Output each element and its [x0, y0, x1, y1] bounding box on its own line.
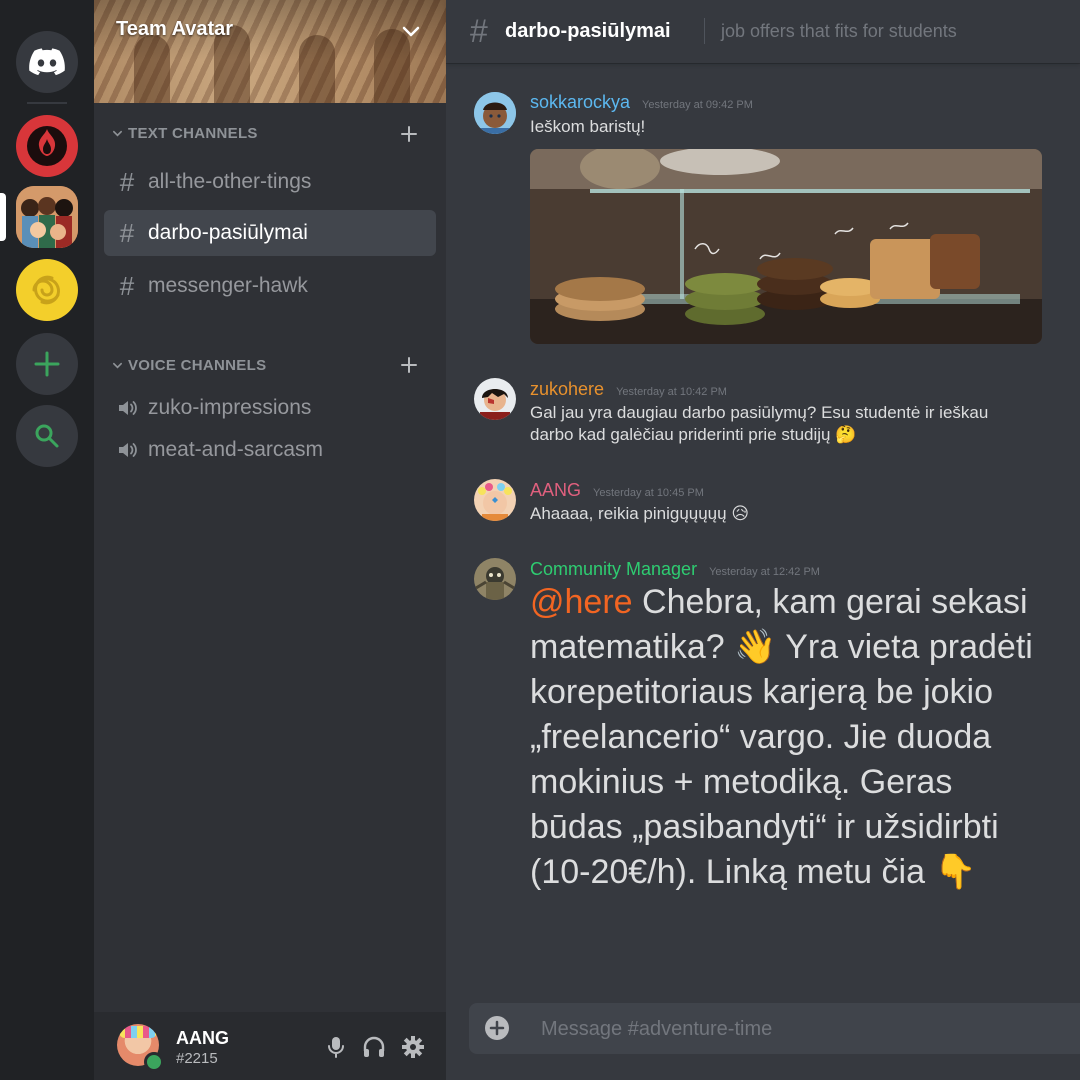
- message-author[interactable]: zukohere: [530, 379, 604, 400]
- add-server-button[interactable]: [16, 333, 78, 395]
- channel-header: # darbo-pasiūlymai job offers that fits …: [446, 0, 1080, 63]
- channel-item-darbo-pasiulymai[interactable]: # darbo-pasiūlymai: [104, 210, 436, 256]
- zuko-avatar-image: [474, 378, 516, 420]
- plus-icon: [34, 351, 60, 377]
- search-icon: [35, 424, 59, 448]
- attach-plus-icon[interactable]: [484, 1015, 510, 1041]
- team-avatar-server-icon: [16, 186, 78, 248]
- avatar[interactable]: [474, 92, 516, 134]
- avatar[interactable]: [474, 378, 516, 420]
- announcement-text: @here Chebra, kam gerai sekasi matematik…: [530, 580, 1050, 895]
- chevron-down-icon: [113, 362, 122, 369]
- header-divider: [704, 18, 705, 44]
- flower-crown: [119, 1026, 157, 1038]
- channel-title: darbo-pasiūlymai: [505, 20, 671, 42]
- user-panel: AANG #2215: [94, 1012, 446, 1080]
- bakery-display-photo: [530, 149, 1042, 344]
- message-author[interactable]: Community Manager: [530, 559, 697, 580]
- message-timestamp: Yesterday at 12:42 PM: [709, 566, 820, 578]
- avatar[interactable]: [474, 558, 516, 600]
- chevron-down-icon: [113, 130, 122, 137]
- chevron-down-icon[interactable]: [400, 20, 422, 42]
- speaker-icon: [119, 401, 137, 415]
- channel-label: messenger-hawk: [148, 274, 308, 297]
- selected-server-indicator: [0, 193, 6, 241]
- channel-label: all-the-other-tings: [148, 170, 312, 193]
- aang-avatar-image: [474, 479, 516, 521]
- message-header: zukohere Yesterday at 10:42 PM: [530, 379, 727, 400]
- message-text: Chebra, kam gerai sekasi matematika? 👋 Y…: [530, 583, 1033, 891]
- message-composer: [469, 1003, 1080, 1056]
- hash-icon: #: [119, 217, 135, 248]
- hash-icon: #: [119, 270, 135, 301]
- channel-label: zuko-impressions: [148, 396, 312, 419]
- hash-icon: #: [119, 166, 135, 197]
- user-tag: #2215: [176, 1050, 218, 1067]
- online-status-indicator: [144, 1052, 164, 1072]
- community-manager-avatar-image: [474, 558, 516, 600]
- message-header: Community Manager Yesterday at 12:42 PM: [530, 559, 820, 580]
- message-input[interactable]: [539, 1003, 1080, 1056]
- message-text: Ahaaaa, reikia pinigųųųųų 😥: [530, 504, 750, 523]
- chat-area: # darbo-pasiūlymai job offers that fits …: [446, 0, 1080, 1080]
- channel-sidebar: Team Avatar TEXT CHANNELS # all-the-othe…: [94, 0, 446, 1080]
- channel-item-all-the-other-tings[interactable]: # all-the-other-tings: [104, 159, 436, 205]
- channel-item-messenger-hawk[interactable]: # messenger-hawk: [104, 263, 436, 309]
- here-mention[interactable]: @here: [530, 583, 633, 621]
- air-nomad-icon: [32, 275, 60, 305]
- message-author[interactable]: sokkarockya: [530, 92, 630, 113]
- message-timestamp: Yesterday at 10:45 PM: [593, 487, 704, 499]
- speaker-icon: [119, 443, 137, 457]
- server-rail: [0, 0, 94, 1080]
- voice-channels-category[interactable]: VOICE CHANNELS: [112, 357, 266, 374]
- create-voice-channel-icon[interactable]: [398, 354, 420, 376]
- server-name: Team Avatar: [116, 18, 234, 40]
- server-header[interactable]: Team Avatar: [94, 0, 446, 103]
- home-button[interactable]: [16, 31, 78, 93]
- image-attachment[interactable]: [530, 149, 1042, 344]
- microphone-icon[interactable]: [323, 1034, 349, 1060]
- text-channels-category[interactable]: TEXT CHANNELS: [112, 125, 258, 142]
- message-text: Ieškom baristų!: [530, 117, 646, 136]
- server-fire-nation[interactable]: [16, 115, 78, 177]
- sokka-avatar-image: [474, 92, 516, 134]
- channel-topic[interactable]: job offers that fits for students: [721, 21, 957, 42]
- channel-label: darbo-pasiūlymai: [148, 221, 308, 244]
- channel-label: meat-and-sarcasm: [148, 438, 324, 461]
- avatar[interactable]: [474, 479, 516, 521]
- message-timestamp: Yesterday at 10:42 PM: [616, 386, 727, 398]
- discord-logo-icon: [29, 48, 65, 76]
- message-timestamp: Yesterday at 09:42 PM: [642, 99, 753, 111]
- message-header: sokkarockya Yesterday at 09:42 PM: [530, 92, 753, 113]
- create-text-channel-icon[interactable]: [398, 123, 420, 145]
- username: AANG: [176, 1028, 229, 1048]
- server-team-avatar[interactable]: [16, 186, 78, 248]
- voice-channel-meat-and-sarcasm[interactable]: meat-and-sarcasm: [104, 427, 436, 473]
- headphones-icon[interactable]: [361, 1034, 387, 1060]
- message-header: AANG Yesterday at 10:45 PM: [530, 480, 704, 501]
- gear-icon[interactable]: [400, 1034, 426, 1060]
- rail-separator: [27, 102, 67, 104]
- explore-servers-button[interactable]: [16, 405, 78, 467]
- category-label: VOICE CHANNELS: [128, 357, 267, 374]
- hash-icon: #: [470, 13, 488, 49]
- message-author[interactable]: AANG: [530, 480, 581, 501]
- message-text: Gal jau yra daugiau darbo pasiūlymų? Esu…: [530, 403, 989, 444]
- voice-channel-zuko-impressions[interactable]: zuko-impressions: [104, 385, 436, 431]
- category-label: TEXT CHANNELS: [128, 125, 258, 142]
- fire-nation-icon: [27, 126, 67, 166]
- server-air-nomads[interactable]: [16, 259, 78, 321]
